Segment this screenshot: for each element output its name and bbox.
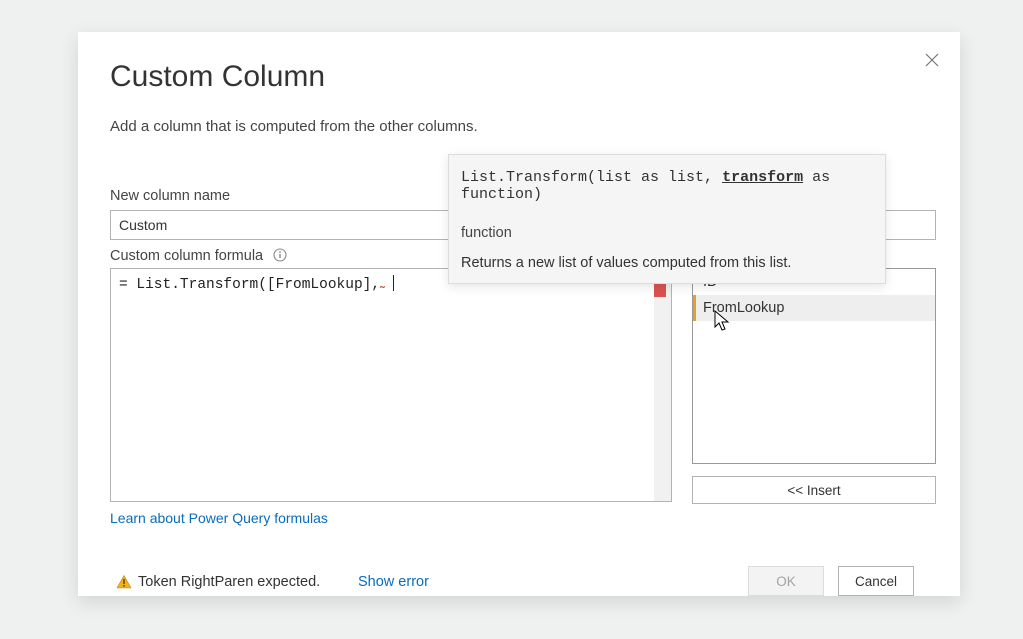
intellisense-tooltip: List.Transform(list as list, transform a…: [448, 154, 886, 284]
info-icon[interactable]: [273, 248, 287, 262]
ok-button-label: OK: [776, 574, 796, 589]
insert-button-label: << Insert: [787, 483, 840, 498]
tooltip-description: Returns a new list of values computed fr…: [461, 255, 873, 271]
warning-icon: [116, 574, 132, 590]
error-squiggle: ˷: [380, 274, 389, 290]
formula-content: = List.Transform([FromLookup],˷: [119, 277, 394, 293]
insert-button[interactable]: << Insert: [692, 476, 936, 504]
custom-column-dialog: Custom Column Add a column that is compu…: [78, 32, 960, 596]
ok-button: OK: [748, 566, 824, 596]
close-icon[interactable]: [920, 48, 944, 72]
dialog-title: Custom Column: [110, 60, 960, 94]
show-error-link[interactable]: Show error: [358, 574, 429, 590]
learn-link[interactable]: Learn about Power Query formulas: [110, 510, 328, 526]
formula-label: Custom column formula: [110, 248, 287, 264]
new-column-name-label: New column name: [110, 188, 230, 204]
formula-editor[interactable]: = List.Transform([FromLookup],˷: [110, 268, 672, 502]
tooltip-type: function: [461, 225, 873, 241]
cancel-button-label: Cancel: [855, 574, 897, 589]
validation-message: Token RightParen expected.: [138, 574, 320, 590]
tooltip-signature: List.Transform(list as list, transform a…: [461, 169, 873, 203]
dialog-subtitle: Add a column that is computed from the o…: [110, 118, 960, 135]
cancel-button[interactable]: Cancel: [838, 566, 914, 596]
column-item-fromlookup[interactable]: FromLookup: [693, 295, 935, 321]
available-columns-list: ID FromLookup: [692, 268, 936, 464]
formula-label-text: Custom column formula: [110, 248, 263, 264]
scrollbar-track[interactable]: [654, 269, 671, 501]
